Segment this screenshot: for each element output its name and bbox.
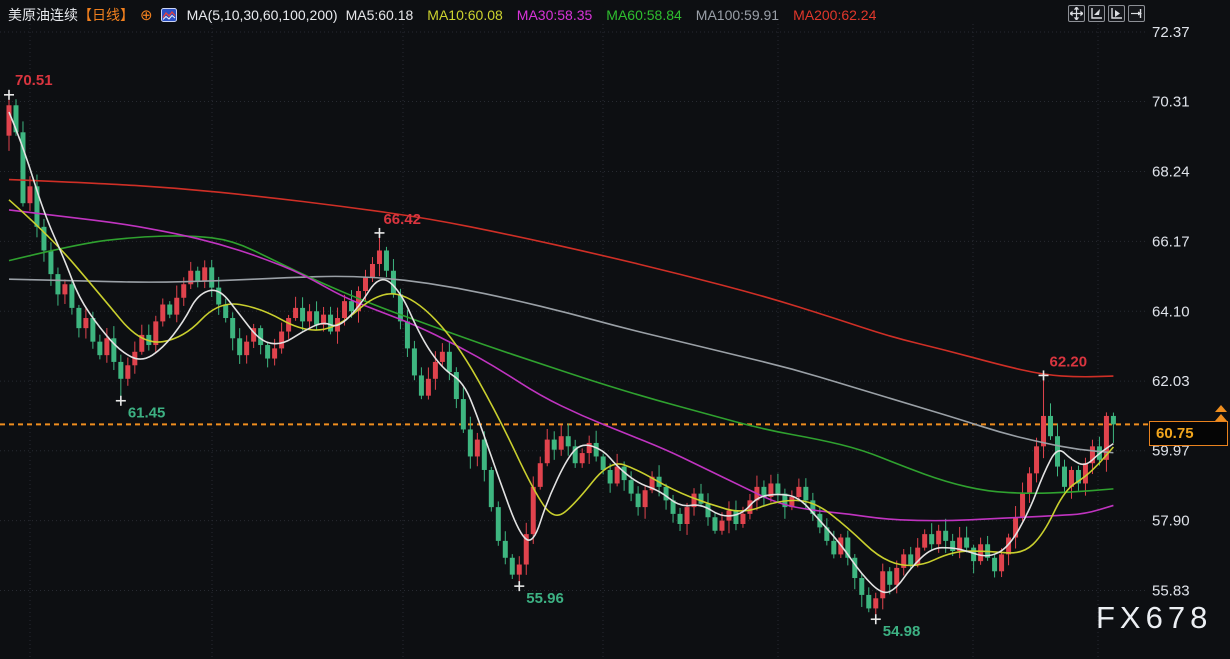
svg-text:62.03: 62.03	[1152, 373, 1190, 390]
ma-group-label: MA(5,10,30,60,100,200)	[186, 7, 338, 23]
svg-text:64.10: 64.10	[1152, 303, 1190, 320]
period-label[interactable]: 【日线】	[78, 7, 134, 23]
ma-value: MA10:60.08	[427, 7, 503, 23]
kline-icon[interactable]	[160, 7, 177, 23]
chart-toolbar	[1068, 5, 1145, 22]
ma-value: MA30:58.35	[516, 7, 593, 23]
svg-text:54.98: 54.98	[883, 623, 921, 640]
ma-values: MA5:60.18 MA10:60.08 MA30:58.35 MA60:58.84 M…	[346, 7, 877, 23]
svg-text:55.96: 55.96	[526, 590, 564, 607]
ma-value: MA200:62.24	[793, 7, 877, 23]
svg-text:72.37: 72.37	[1152, 24, 1190, 41]
ma-value: MA60:58.84	[606, 7, 682, 23]
svg-text:61.45: 61.45	[128, 405, 166, 422]
svg-text:57.90: 57.90	[1152, 513, 1190, 530]
candlestick-chart-canvas[interactable]: 70.51 61.45 66.42 55.96 54.98 62.20 72.37 70.31…	[0, 0, 1230, 659]
axis-play-icon[interactable]	[1108, 5, 1125, 22]
svg-text:66.42: 66.42	[383, 211, 421, 228]
pan-tool-icon[interactable]	[1068, 5, 1085, 22]
price-up-arrows-icon	[1213, 405, 1229, 428]
ma-value: MA5:60.18	[345, 7, 414, 23]
axis-anchor-left-icon[interactable]	[1088, 5, 1105, 22]
svg-text:68.24: 68.24	[1152, 163, 1190, 180]
kline-chart-window: 70.51 61.45 66.42 55.96 54.98 62.20 72.37 70.31…	[0, 0, 1230, 659]
chart-header: 美原油连续【日线】 ⊕ MA(5,10,30,60,100,200) MA5:6…	[8, 5, 876, 25]
svg-text:70.31: 70.31	[1152, 94, 1190, 111]
svg-text:66.17: 66.17	[1152, 233, 1190, 250]
symbol-title: 美原油连续【日线】	[8, 5, 134, 25]
svg-text:55.83: 55.83	[1152, 583, 1190, 600]
svg-text:70.51: 70.51	[15, 72, 53, 89]
expand-icon[interactable]: ⊕	[140, 6, 153, 24]
shift-right-icon[interactable]	[1128, 5, 1145, 22]
symbol-name: 美原油连续	[8, 7, 78, 23]
svg-text:62.20: 62.20	[1050, 353, 1088, 370]
watermark-fx678: FX678	[1096, 600, 1213, 635]
ma-value: MA100:59.91	[695, 7, 780, 23]
